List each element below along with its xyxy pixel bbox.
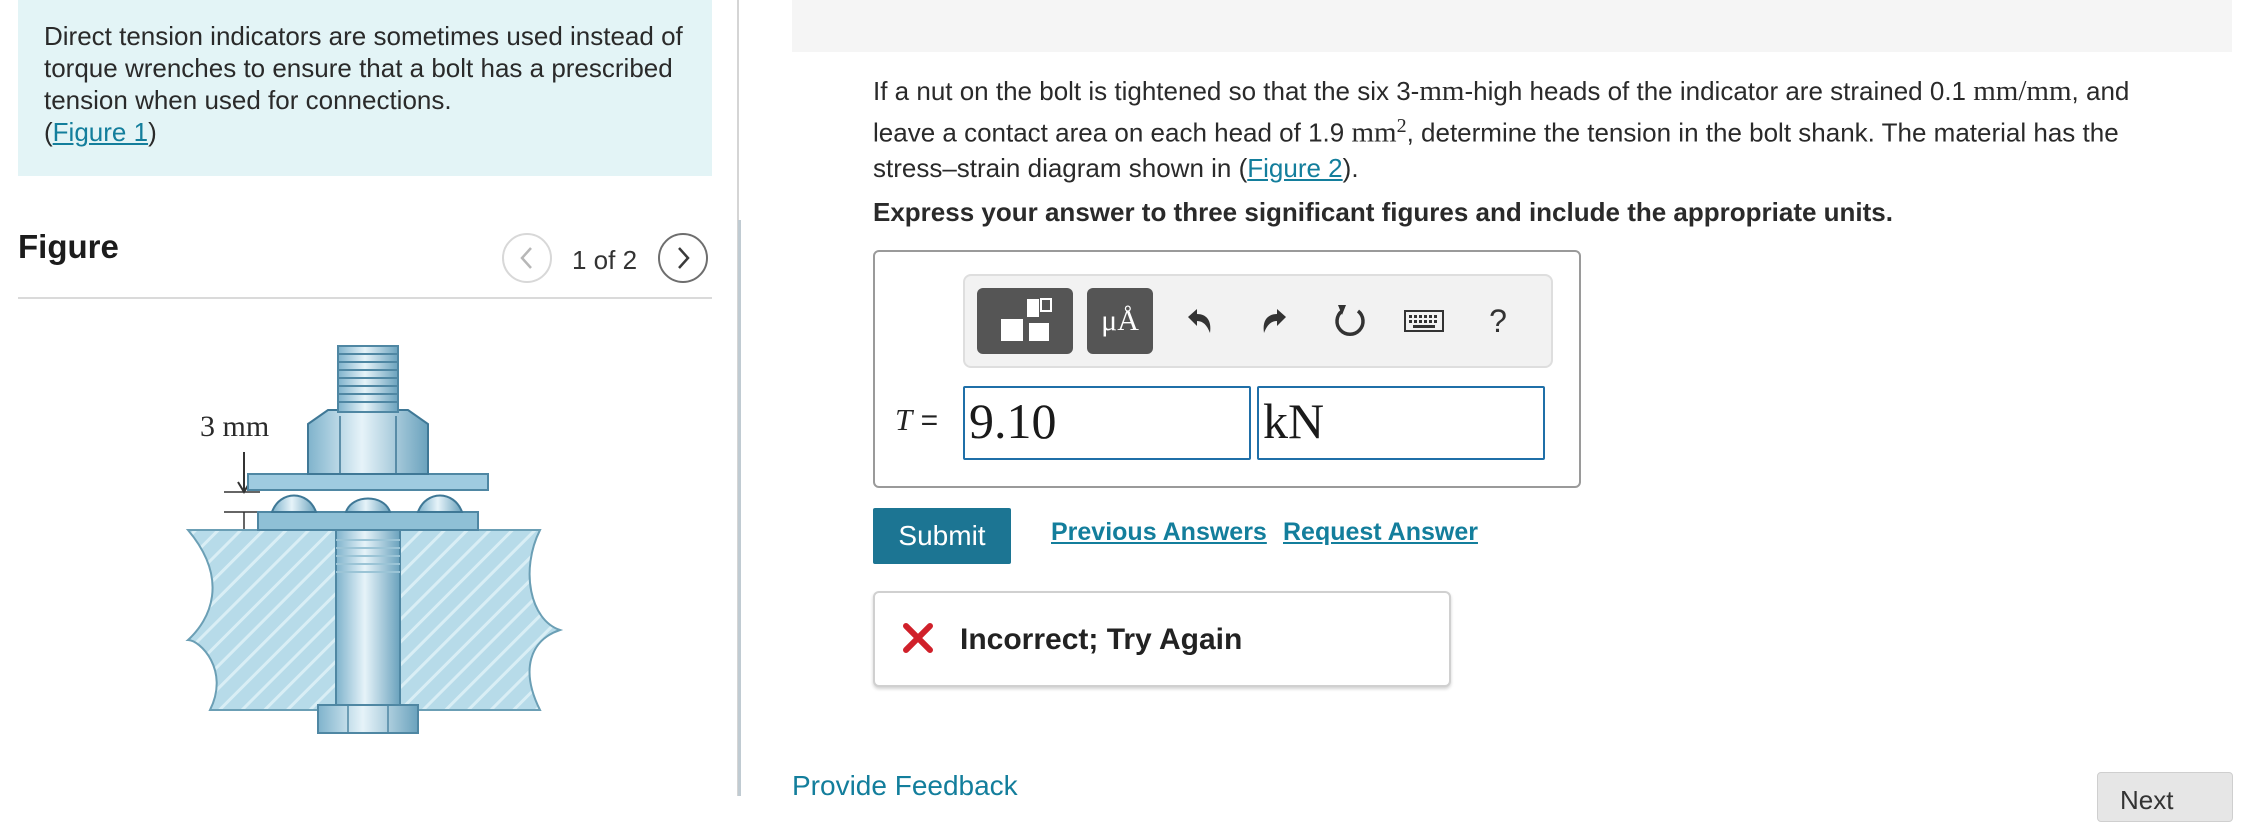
feedback-message: Incorrect; Try Again bbox=[960, 623, 1243, 656]
chevron-right-icon bbox=[678, 247, 690, 269]
math-unit: mm bbox=[1419, 75, 1465, 107]
help-icon: ? bbox=[1489, 302, 1507, 339]
reset-icon bbox=[1335, 305, 1365, 336]
figure-2-link[interactable]: Figure 2 bbox=[1247, 153, 1342, 183]
figure-link-prefix: ( bbox=[44, 117, 53, 147]
problem-text: ). bbox=[1342, 152, 1359, 183]
units-icon: μÅ bbox=[1101, 304, 1139, 337]
math-toolbar: μÅ ? bbox=[963, 274, 1553, 368]
pager-text: 1 of 2 bbox=[572, 245, 638, 275]
x-mark-icon bbox=[903, 623, 933, 653]
left-panel: Direct tension indicators are sometimes … bbox=[0, 0, 738, 796]
redo-button[interactable] bbox=[1247, 294, 1301, 348]
problem-text: -high heads of the indicator are straine… bbox=[1464, 76, 1974, 106]
intro-text: Direct tension indicators are sometimes … bbox=[44, 21, 683, 115]
math-area-unit: mm bbox=[1351, 116, 1397, 149]
answer-units-input[interactable]: kN bbox=[1257, 386, 1545, 460]
math-exponent: 2 bbox=[1396, 115, 1407, 137]
equals-sign: = bbox=[920, 404, 939, 437]
figure-header: Figure bbox=[18, 228, 119, 265]
top-bar bbox=[792, 0, 2232, 52]
answer-variable: T bbox=[895, 402, 913, 437]
undo-icon bbox=[1188, 309, 1211, 333]
math-strain-unit: mm/mm bbox=[1973, 75, 2072, 107]
answer-instruction: Express your answer to three significant… bbox=[873, 197, 1893, 227]
figure-pager: 1 of 2 bbox=[502, 233, 712, 285]
redo-icon bbox=[1263, 309, 1286, 333]
templates-button[interactable] bbox=[977, 288, 1073, 354]
templates-icon bbox=[1001, 298, 1052, 341]
next-label: Next bbox=[2120, 785, 2174, 815]
next-figure-button[interactable] bbox=[658, 233, 708, 283]
intro-box: Direct tension indicators are sometimes … bbox=[18, 0, 712, 176]
feedback-box: Incorrect; Try Again bbox=[873, 591, 1451, 687]
answer-box: μÅ ? T = 9.10 kN bbox=[873, 250, 1581, 488]
previous-answers-link[interactable]: Previous Answers bbox=[1051, 518, 1267, 547]
answer-label: T = bbox=[895, 402, 938, 438]
help-button[interactable]: ? bbox=[1471, 294, 1525, 348]
request-answer-link[interactable]: Request Answer bbox=[1283, 518, 1478, 547]
problem-statement: If a nut on the bolt is tightened so tha… bbox=[873, 74, 2193, 186]
reset-button[interactable] bbox=[1323, 294, 1377, 348]
figure-divider bbox=[18, 297, 712, 299]
chevron-left-icon bbox=[520, 247, 532, 269]
provide-feedback-link[interactable]: Provide Feedback bbox=[792, 770, 1018, 802]
figure-1-link[interactable]: Figure 1 bbox=[53, 117, 148, 147]
bolt-indicator-figure bbox=[185, 345, 564, 734]
panel-resize-handle[interactable] bbox=[738, 220, 741, 796]
undo-button[interactable] bbox=[1173, 294, 1227, 348]
next-button[interactable]: Next bbox=[2097, 772, 2233, 822]
previous-figure-button[interactable] bbox=[502, 233, 552, 283]
keyboard-button[interactable] bbox=[1397, 294, 1451, 348]
units-button[interactable]: μÅ bbox=[1087, 288, 1153, 354]
answer-value-input[interactable]: 9.10 bbox=[963, 386, 1251, 460]
problem-text: If a nut on the bolt is tightened so tha… bbox=[873, 76, 1420, 106]
keyboard-icon bbox=[1404, 310, 1444, 332]
figure-link-suffix: ) bbox=[148, 117, 157, 147]
submit-button[interactable]: Submit bbox=[873, 508, 1011, 564]
